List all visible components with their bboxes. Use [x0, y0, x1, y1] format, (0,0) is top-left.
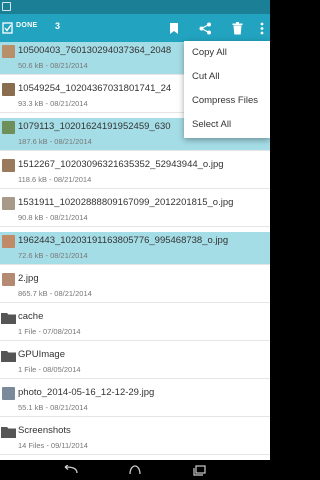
file-name: 1079113_10201624191952459_630: [18, 121, 171, 132]
image-thumbnail-icon: [2, 83, 15, 96]
checkbox-icon[interactable]: [2, 21, 14, 35]
file-row[interactable]: 2.jpg 865.7 kB - 08/21/2014: [0, 270, 270, 303]
delete-icon[interactable]: [228, 19, 246, 37]
home-icon[interactable]: [127, 463, 143, 477]
file-meta: 55.1 kB - 08/21/2014: [18, 403, 88, 412]
file-row[interactable]: 1962443_10203191163805776_995468738_o.jp…: [0, 232, 270, 265]
menu-item-cut-all[interactable]: Cut All: [184, 65, 270, 89]
file-meta: 187.6 kB - 08/21/2014: [18, 137, 92, 146]
file-meta: 90.8 kB - 08/21/2014: [18, 213, 88, 222]
file-name: 1531911_10202888809167099_2012201815_o.j…: [18, 197, 234, 208]
image-thumbnail-icon: [2, 197, 15, 210]
file-meta: 865.7 kB - 08/21/2014: [18, 289, 92, 298]
file-name: photo_2014-05-16_12-12-29.jpg: [18, 387, 155, 398]
folder-row[interactable]: Screenshots 14 Files - 09/11/2014: [0, 422, 270, 455]
file-row[interactable]: 1512267_10203096321635352_52943944_o.jpg…: [0, 156, 270, 189]
notification-icon: [2, 2, 11, 11]
image-thumbnail-icon: [2, 235, 15, 248]
image-thumbnail-icon: [2, 273, 15, 286]
folder-row[interactable]: GPUImage 1 File - 08/05/2014: [0, 346, 270, 379]
menu-item-select-all[interactable]: Select All: [184, 113, 270, 137]
file-meta: 93.3 kB - 08/21/2014: [18, 99, 88, 108]
image-thumbnail-icon: [2, 387, 15, 400]
status-bar: [0, 0, 270, 14]
folder-row[interactable]: cache 1 File - 07/08/2014: [0, 308, 270, 341]
file-name: GPUImage: [18, 349, 65, 360]
menu-item-compress-files[interactable]: Compress Files: [184, 89, 270, 113]
action-bar: DONE 3: [0, 14, 270, 42]
image-thumbnail-icon: [2, 121, 15, 134]
menu-item-copy-all[interactable]: Copy All: [184, 41, 270, 65]
file-name: 1962443_10203191163805776_995468738_o.jp…: [18, 235, 229, 246]
selected-count: 3: [55, 21, 61, 31]
back-icon[interactable]: [62, 463, 78, 477]
overflow-menu: Copy All Cut All Compress Files Select A…: [184, 41, 270, 138]
file-meta: 1 File - 07/08/2014: [18, 327, 81, 336]
overflow-icon[interactable]: [256, 19, 268, 37]
file-name: 10549254_10204367031801741_24: [18, 83, 172, 94]
bookmark-icon[interactable]: [165, 19, 183, 37]
file-name: 10500403_760130294037364_2048: [18, 45, 172, 56]
file-name: 1512267_10203096321635352_52943944_o.jpg: [18, 159, 224, 170]
folder-icon: [1, 351, 16, 362]
file-name: Screenshots: [18, 425, 71, 436]
share-icon[interactable]: [196, 19, 214, 37]
file-name: cache: [18, 311, 44, 322]
file-meta: 1 File - 08/05/2014: [18, 365, 81, 374]
folder-icon: [1, 313, 16, 324]
navigation-bar: [0, 460, 270, 480]
image-thumbnail-icon: [2, 159, 15, 172]
file-row[interactable]: 1531911_10202888809167099_2012201815_o.j…: [0, 194, 270, 227]
recents-icon[interactable]: [192, 463, 208, 477]
folder-icon: [1, 427, 16, 438]
file-meta: 50.6 kB - 08/21/2014: [18, 61, 88, 70]
file-name: 2.jpg: [18, 273, 39, 284]
file-meta: 72.6 kB - 08/21/2014: [18, 251, 88, 260]
image-thumbnail-icon: [2, 45, 15, 58]
file-meta: 118.6 kB - 08/21/2014: [18, 175, 92, 184]
done-button[interactable]: DONE: [16, 22, 37, 29]
file-row[interactable]: photo_2014-05-16_12-12-29.jpg 55.1 kB - …: [0, 384, 270, 417]
file-meta: 14 Files - 09/11/2014: [18, 441, 88, 450]
